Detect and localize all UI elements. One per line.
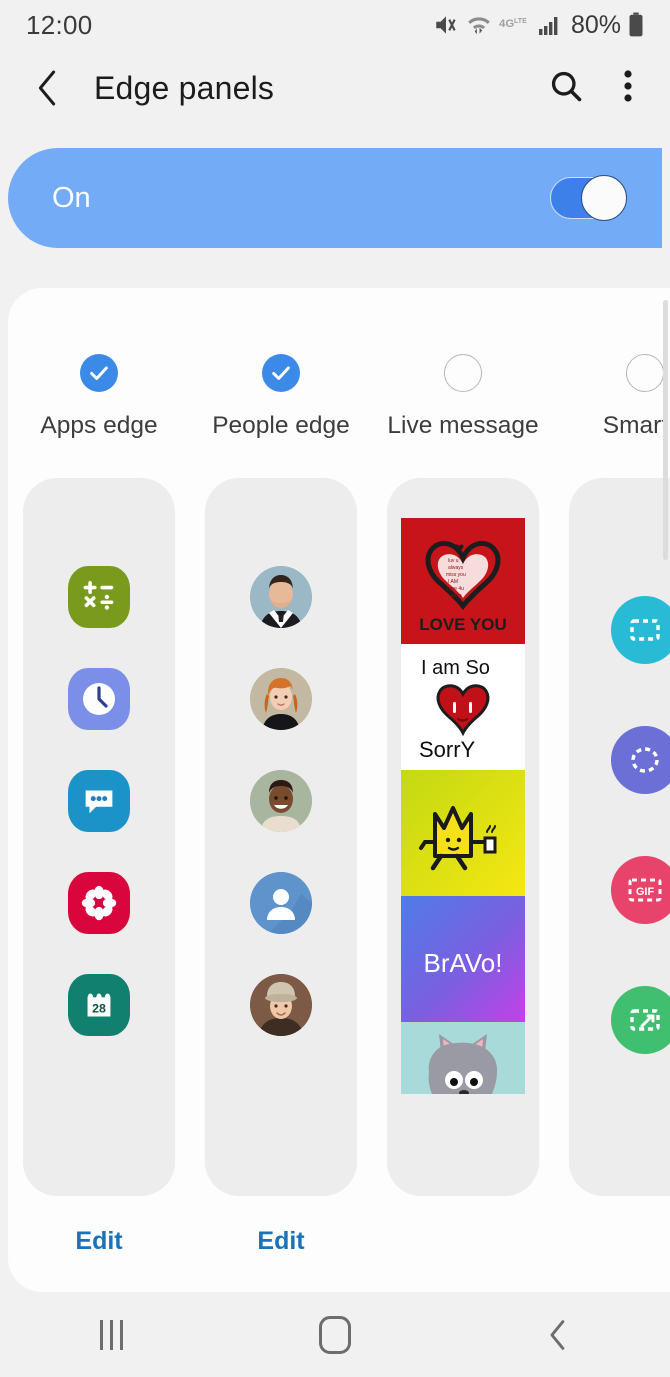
panel-header-apps-edge: Apps edge (8, 288, 190, 440)
battery-percent: 80% (570, 10, 621, 39)
clock-icon (68, 668, 130, 730)
svg-text:miss you: miss you (446, 572, 466, 578)
status-time: 12:00 (26, 9, 93, 40)
panel-checkbox-smart-select[interactable] (626, 354, 664, 392)
svg-text:luv u: luv u (448, 558, 459, 564)
master-toggle-label: On (52, 181, 91, 214)
home-button[interactable] (275, 1316, 395, 1354)
toggle-knob (581, 175, 627, 221)
signal-bars-icon (536, 13, 562, 37)
home-icon (318, 1316, 351, 1354)
panel-checkbox-apps-edge[interactable] (80, 354, 118, 392)
search-button[interactable] (548, 68, 584, 109)
panel-label-smart-select: Smart s (602, 412, 670, 439)
svg-text:always: always (448, 565, 464, 571)
edit-row-apps-edge: Edit (8, 1227, 190, 1256)
master-toggle-switch[interactable] (550, 175, 627, 221)
contact-avatar-man-suit (250, 566, 312, 628)
panel-column-apps-edge[interactable]: Apps edge 28 Edit (8, 288, 190, 1292)
panel-column-people-edge[interactable]: People edge Edit (190, 288, 372, 1292)
wifi-icon (466, 12, 492, 38)
panel-label-people-edge: People edge (212, 412, 350, 439)
messages-icon (68, 770, 130, 832)
edge-panel-list-card: Apps edge 28 Edit People edge Edit Live … (8, 288, 670, 1292)
panel-label-live-message: Live message (387, 412, 539, 439)
panel-checkbox-people-edge[interactable] (262, 354, 300, 392)
svg-text:xoxo: xoxo (451, 593, 462, 599)
contact-avatar-placeholder (250, 872, 312, 934)
people-edge-avatar-stack (205, 478, 357, 1036)
smart-select-gif-icon: GIF (611, 856, 670, 924)
panel-header-live-message: Live message (372, 288, 554, 440)
contact-avatar-smiling-man (250, 770, 312, 832)
svg-text:4G: 4G (499, 18, 514, 30)
check-icon (272, 366, 290, 380)
back-button[interactable] (16, 68, 78, 108)
live-message-thumb-stack: luv u always miss you I AM here 4u xoxo LOVE… (387, 478, 539, 1094)
svg-text:I AM: I AM (448, 579, 458, 585)
app-bar-actions (548, 68, 634, 109)
svg-text:BrAVo!: BrAVo! (423, 948, 502, 978)
system-navigation-bar (0, 1293, 670, 1377)
edit-link-people-edge[interactable]: Edit (257, 1227, 304, 1256)
recents-icon (100, 1320, 124, 1350)
svg-text:I am So: I am So (421, 657, 490, 679)
live-message-bravo: BrAVo! (401, 896, 525, 1022)
back-icon (550, 1320, 565, 1350)
panel-column-live-message[interactable]: Live message luv u always miss you I AM h (372, 288, 554, 1292)
status-icons: 4G LTE 80% (433, 11, 644, 40)
contact-avatar-woman-hat (250, 974, 312, 1036)
app-bar: Edge panels (0, 52, 670, 124)
live-message-gray-cat (401, 1022, 525, 1094)
panel-preview-apps-edge[interactable]: 28 (23, 478, 175, 1196)
panel-header-smart-select: Smart s (554, 288, 670, 440)
contact-avatar-redhead-woman (250, 668, 312, 730)
live-message-crown-creature (401, 770, 525, 896)
panel-header-people-edge: People edge (190, 288, 372, 440)
smart-select-rectangle-icon (611, 596, 670, 664)
live-message-i-am-so-sorry: I am So SorrY (401, 644, 525, 770)
panel-columns: Apps edge 28 Edit People edge Edit Live … (8, 288, 670, 1292)
check-icon (90, 366, 108, 380)
calendar-icon: 28 (68, 974, 130, 1036)
panel-preview-live-message[interactable]: luv u always miss you I AM here 4u xoxo LOVE… (387, 478, 539, 1196)
search-icon (551, 71, 582, 101)
nav-back-button[interactable] (498, 1318, 618, 1352)
svg-text:LTE: LTE (514, 18, 527, 25)
panel-column-smart-select[interactable]: Smart s (554, 288, 670, 1292)
panel-preview-people-edge[interactable] (205, 478, 357, 1196)
smart-select-oval-icon (611, 726, 670, 794)
edit-row-people-edge: Edit (190, 1227, 372, 1256)
svg-text:here 4u: here 4u (447, 586, 464, 592)
overflow-menu-button[interactable] (622, 68, 634, 109)
smart-select-icon-stack: GIF (569, 478, 670, 1054)
page-title: Edge panels (94, 69, 275, 106)
panel-label-apps-edge: Apps edge (40, 412, 158, 439)
edge-panels-master-toggle[interactable]: On (8, 148, 662, 248)
status-bar: 12:00 4G LTE 80% (0, 0, 670, 50)
panel-preview-smart-select[interactable]: GIF (569, 478, 670, 1196)
network-4glte-icon: 4G LTE (499, 14, 529, 36)
svg-text:28: 28 (92, 1002, 106, 1016)
live-message-love-you: luv u always miss you I AM here 4u xoxo LOVE… (401, 518, 525, 644)
apps-edge-icon-stack: 28 (23, 478, 175, 1036)
smart-select-pin-icon (611, 986, 670, 1054)
more-vertical-icon (624, 69, 632, 102)
battery-icon (628, 12, 644, 38)
recents-button[interactable] (52, 1320, 172, 1350)
mute-icon (433, 12, 459, 38)
gallery-icon (68, 872, 130, 934)
panel-checkbox-live-message[interactable] (444, 354, 482, 392)
calculator-icon (68, 566, 130, 628)
svg-text:LOVE YOU: LOVE YOU (419, 615, 507, 634)
chevron-left-icon (38, 70, 56, 106)
phone-screen: 12:00 4G LTE 80% Edge panels On Apps edg… (0, 0, 670, 1377)
svg-text:GIF: GIF (636, 886, 655, 898)
svg-text:SorrY: SorrY (419, 737, 476, 762)
edit-link-apps-edge[interactable]: Edit (75, 1227, 122, 1256)
horizontal-panel-scrollbar[interactable] (663, 300, 668, 560)
